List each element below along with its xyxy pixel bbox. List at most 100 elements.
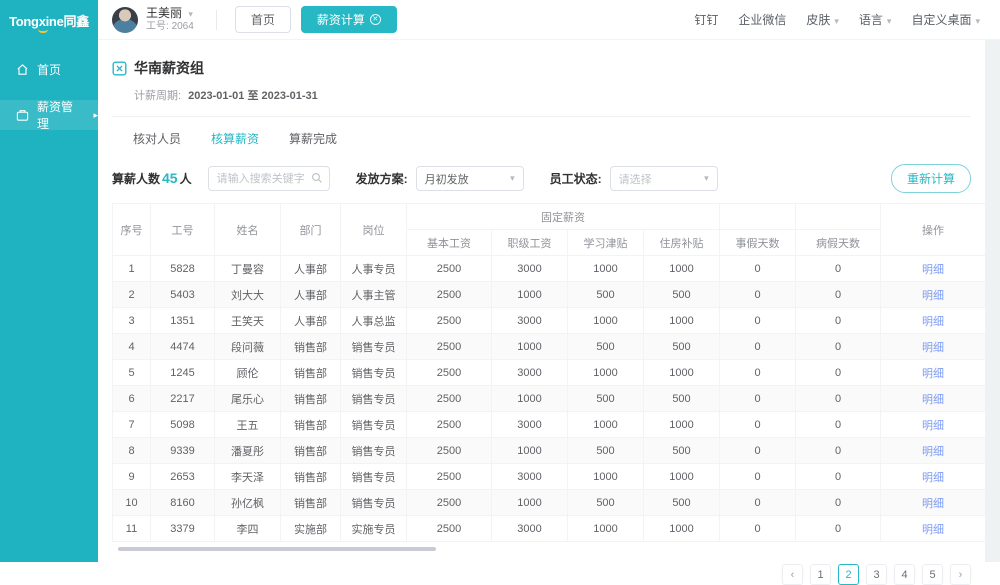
detail-link[interactable]: 明细: [922, 316, 944, 328]
cell-name: 顾伦: [215, 360, 281, 386]
sidebar-item-home[interactable]: 首页: [0, 54, 98, 84]
detail-link[interactable]: 明细: [922, 290, 944, 302]
workspace-tab-home[interactable]: 首页: [235, 6, 291, 33]
col-personal-leave: 事假天数: [720, 230, 796, 256]
pagination: ‹ 12345 ›: [112, 564, 971, 585]
cell-dept: 销售部: [281, 334, 341, 360]
main-content: 华南薪资组 计薪周期: 2023-01-01 至 2023-01-31 核对人员…: [98, 40, 985, 562]
search-icon: [311, 172, 323, 184]
cell-action: 明细: [881, 360, 986, 386]
detail-link[interactable]: 明细: [922, 446, 944, 458]
cell-house: 1000: [644, 516, 720, 542]
plan-select[interactable]: 月初发放 ▾: [416, 166, 524, 191]
cell-personal: 0: [720, 360, 796, 386]
cell-study: 500: [568, 438, 644, 464]
detail-link[interactable]: 明细: [922, 420, 944, 432]
tab-check-staff[interactable]: 核对人员: [133, 130, 181, 150]
cell-study: 1000: [568, 256, 644, 282]
cell-personal: 0: [720, 334, 796, 360]
sidebar-item-label: 首页: [37, 61, 61, 78]
cell-rank: 3000: [492, 516, 568, 542]
cell-personal: 0: [720, 256, 796, 282]
cell-name: 孙亿枫: [215, 490, 281, 516]
cell-emp_id: 1351: [151, 308, 215, 334]
cell-dept: 实施部: [281, 516, 341, 542]
pagination-page-3[interactable]: 3: [866, 564, 887, 585]
table-header: 序号 工号 姓名 部门 岗位 固定薪资 操作 基本工资 职级工资 学习津贴 住房…: [113, 204, 986, 256]
cell-personal: 0: [720, 438, 796, 464]
pagination-page-1[interactable]: 1: [810, 564, 831, 585]
pagination-prev[interactable]: ‹: [782, 564, 803, 585]
menu-item-3[interactable]: 语言▾: [859, 11, 892, 28]
cell-dept: 销售部: [281, 490, 341, 516]
sidebar-item-payroll[interactable]: 薪资管理 ▸: [0, 100, 98, 130]
cell-rank: 3000: [492, 256, 568, 282]
menu-item-4[interactable]: 自定义桌面▾: [911, 11, 980, 28]
menu-item-0[interactable]: 钉钉: [694, 11, 718, 28]
cell-study: 1000: [568, 412, 644, 438]
pay-period-label: 计薪周期:: [134, 90, 181, 102]
cell-seq: 7: [113, 412, 151, 438]
table-row: 75098王五销售部销售专员250030001000100000明细: [113, 412, 986, 438]
tab-calc-done[interactable]: 算薪完成: [289, 130, 337, 150]
cell-emp_id: 8160: [151, 490, 215, 516]
menu-item-2[interactable]: 皮肤▾: [806, 11, 839, 28]
avatar[interactable]: [112, 7, 138, 33]
cell-emp_id: 3379: [151, 516, 215, 542]
horizontal-scrollbar[interactable]: [118, 547, 436, 551]
detail-link[interactable]: 明细: [922, 524, 944, 536]
col-sick-leave: 病假天数: [796, 230, 881, 256]
cell-pos: 销售专员: [341, 386, 407, 412]
cell-seq: 5: [113, 360, 151, 386]
pagination-page-2[interactable]: 2: [838, 564, 859, 585]
workspace-tab-payroll[interactable]: 薪资计算 ✕: [301, 6, 397, 33]
detail-link[interactable]: 明细: [922, 342, 944, 354]
tab-calc-salary[interactable]: 核算薪资: [211, 130, 259, 150]
detail-link[interactable]: 明细: [922, 394, 944, 406]
cell-sick: 0: [796, 516, 881, 542]
pay-period-value: 2023-01-01 至 2023-01-31: [188, 90, 318, 102]
wallet-icon: [16, 109, 29, 122]
cell-study: 500: [568, 282, 644, 308]
detail-link[interactable]: 明细: [922, 472, 944, 484]
cell-rank: 1000: [492, 282, 568, 308]
detail-link[interactable]: 明细: [922, 498, 944, 510]
pagination-page-5[interactable]: 5: [922, 564, 943, 585]
search-box: [208, 166, 330, 191]
payroll-group-icon: [112, 61, 127, 76]
cell-personal: 0: [720, 490, 796, 516]
page-scrollbar-track[interactable]: [985, 40, 1000, 562]
app-logo-text: Tongxine同鑫: [9, 11, 89, 30]
chevron-right-icon: ▸: [93, 110, 98, 121]
cell-name: 王五: [215, 412, 281, 438]
menu-item-1[interactable]: 企业微信: [738, 11, 786, 28]
cell-seq: 3: [113, 308, 151, 334]
cell-name: 尾乐心: [215, 386, 281, 412]
detail-link[interactable]: 明细: [922, 368, 944, 380]
table-row: 31351王笑天人事部人事总监250030001000100000明细: [113, 308, 986, 334]
recalculate-button[interactable]: 重新计算: [891, 164, 971, 193]
cell-dept: 人事部: [281, 256, 341, 282]
cell-action: 明细: [881, 438, 986, 464]
cell-dept: 人事部: [281, 282, 341, 308]
detail-link[interactable]: 明细: [922, 264, 944, 276]
plan-filter-label: 发放方案:: [356, 170, 408, 187]
cell-rank: 3000: [492, 464, 568, 490]
sidebar-item-label: 薪资管理: [37, 98, 83, 132]
status-select[interactable]: 请选择 ▾: [610, 166, 718, 191]
status-filter-label: 员工状态:: [550, 170, 602, 187]
table-row: 51245顾伦销售部销售专员250030001000100000明细: [113, 360, 986, 386]
toolbar: 算薪人数45人 发放方案: 月初发放 ▾ 员工状态: 请选择 ▾ 重新计算: [112, 164, 971, 193]
top-bar: 王美丽 ▾ 工号: 2064 首页 薪资计算 ✕ 钉钉 企业微信 皮肤▾ 语言▾ 自定义…: [98, 0, 1000, 40]
step-tabs: 核对人员 核算薪资 算薪完成: [133, 130, 971, 150]
cell-base: 2500: [407, 386, 492, 412]
pagination-page-4[interactable]: 4: [894, 564, 915, 585]
user-block[interactable]: 王美丽 ▾ 工号: 2064: [146, 6, 194, 33]
cell-base: 2500: [407, 360, 492, 386]
cell-base: 2500: [407, 282, 492, 308]
col-housing-allowance: 住房补贴: [644, 230, 720, 256]
cell-base: 2500: [407, 334, 492, 360]
cell-study: 1000: [568, 308, 644, 334]
close-icon[interactable]: ✕: [370, 14, 381, 25]
pagination-next[interactable]: ›: [950, 564, 971, 585]
